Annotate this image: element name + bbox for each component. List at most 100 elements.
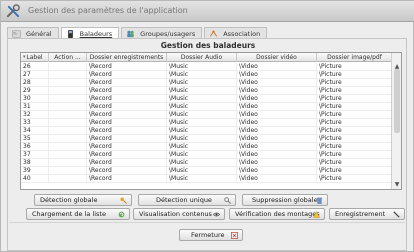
cell-audio-folder: \Music [167,167,237,175]
cell-image-folder: \Picture [317,63,393,71]
cell-record-folder: \Record [87,63,167,71]
cell-action [49,111,87,119]
scrollbar-thumb[interactable] [394,69,400,133]
cell-image-folder: \Picture [317,79,393,87]
fermeture-button[interactable]: Fermeture [179,229,243,241]
cell-image-folder: \Picture [317,119,393,127]
detection-unique-button[interactable]: Détection unique [138,194,236,206]
table-row[interactable]: 34 \Record \Music \Video \Picture [21,127,393,135]
visualisation-contenus-button[interactable]: Visualisation contenus [133,208,225,220]
table-row[interactable]: 33 \Record \Music \Video \Picture [21,119,393,127]
table-row[interactable]: 39 \Record \Music \Video \Picture [21,167,393,175]
cell-image-folder: \Picture [317,111,393,119]
cell-image-folder: \Picture [317,103,393,111]
cell-action [49,135,87,143]
cell-action [49,143,87,151]
gear-icon [12,30,21,38]
cell-action [49,87,87,95]
cell-video-folder: \Video [237,127,317,135]
cell-label: 32 [21,111,49,119]
cell-audio-folder: \Music [167,79,237,87]
cell-action [49,167,87,175]
cell-label: 27 [21,71,49,79]
cell-label: 40 [21,175,49,183]
verification-montages-button[interactable]: Vérification des montages [229,208,325,220]
cell-image-folder: \Picture [317,127,393,135]
table-row[interactable]: 36 \Record \Music \Video \Picture [21,143,393,151]
magnifier-icon [224,197,231,204]
table-row[interactable]: 32 \Record \Music \Video \Picture [21,111,393,119]
table-row[interactable]: 35 \Record \Music \Video \Picture [21,135,393,143]
tools-icon [6,4,20,18]
cell-audio-folder: \Music [167,103,237,111]
cell-record-folder: \Record [87,119,167,127]
cell-record-folder: \Record [87,135,167,143]
cell-video-folder: \Video [237,95,317,103]
cell-video-folder: \Video [237,175,317,183]
cell-record-folder: \Record [87,71,167,79]
tab-baladeurs-label: Baladeurs [79,30,113,38]
detection-globale-button[interactable]: Détection globale [34,194,132,206]
column-header-action[interactable]: Action ... [49,53,87,62]
cell-audio-folder: \Music [167,111,237,119]
close-icon [231,232,238,239]
chargement-liste-button[interactable]: Chargement de la liste [26,208,130,220]
cell-label: 33 [21,119,49,127]
baladeurs-table: ▾ Label Action ... Dossier enregistrement… [20,52,402,190]
cell-audio-folder: \Music [167,95,237,103]
table-row[interactable]: 31 \Record \Music \Video \Picture [21,103,393,111]
cell-audio-folder: \Music [167,71,237,79]
suppression-globale-button[interactable]: Suppression globale [242,194,328,206]
cell-video-folder: \Video [237,119,317,127]
cell-action [49,103,87,111]
cell-image-folder: \Picture [317,143,393,151]
cell-action [49,151,87,159]
table-header: ▾ Label Action ... Dossier enregistrement… [21,53,393,62]
table-row[interactable]: 37 \Record \Music \Video \Picture [21,151,393,159]
vertical-scrollbar[interactable]: ▲ ▼ [391,53,401,189]
column-header-image-pdf[interactable]: Dossier image/pdf [317,53,393,62]
section-title: Gestion des baladeurs [160,41,256,50]
window-title: Gestion des paramètres de l'application [28,6,188,15]
cell-action [49,175,87,183]
cell-image-folder: \Picture [317,135,393,143]
table-row[interactable]: 28 \Record \Music \Video \Picture [21,79,393,87]
cell-record-folder: \Record [87,151,167,159]
cell-record-folder: \Record [87,87,167,95]
column-header-video[interactable]: Dossier vidéo [237,53,317,62]
cell-video-folder: \Video [237,151,317,159]
cell-video-folder: \Video [237,87,317,95]
cell-audio-folder: \Music [167,87,237,95]
column-header-enregistrements[interactable]: Dossier enregistrements [87,53,167,62]
table-row[interactable]: 40 \Record \Music \Video \Picture [21,175,393,183]
cell-video-folder: \Video [237,111,317,119]
footer-separator [9,222,405,223]
cell-audio-folder: \Music [167,151,237,159]
cell-video-folder: \Video [237,79,317,87]
enregistrement-button[interactable]: Enregistrement [329,208,405,220]
table-body: 26 \Record \Music \Video \Picture 27 \Re… [21,63,393,183]
cell-label: 34 [21,127,49,135]
cell-label: 35 [21,135,49,143]
tab-association-label: Association [223,30,261,38]
table-row[interactable]: 27 \Record \Music \Video \Picture [21,71,393,79]
table-row[interactable]: 29 \Record \Music \Video \Picture [21,87,393,95]
column-header-audio[interactable]: Dossier Audio [167,53,237,62]
cell-audio-folder: \Music [167,135,237,143]
cell-action [49,159,87,167]
cell-label: 36 [21,143,49,151]
cell-label: 28 [21,79,49,87]
scroll-down-icon[interactable]: ▼ [392,181,401,189]
cell-audio-folder: \Music [167,127,237,135]
column-header-label[interactable]: ▾ Label [21,53,49,62]
cell-image-folder: \Picture [317,159,393,167]
title-bar: Gestion des paramètres de l'application [1,1,414,22]
table-row[interactable]: 30 \Record \Music \Video \Picture [21,95,393,103]
cell-video-folder: \Video [237,63,317,71]
eye-icon [213,212,220,217]
table-row[interactable]: 38 \Record \Music \Video \Picture [21,159,393,167]
refresh-icon [118,211,125,218]
table-row[interactable]: 26 \Record \Music \Video \Picture [21,63,393,71]
cell-audio-folder: \Music [167,143,237,151]
cell-audio-folder: \Music [167,63,237,71]
